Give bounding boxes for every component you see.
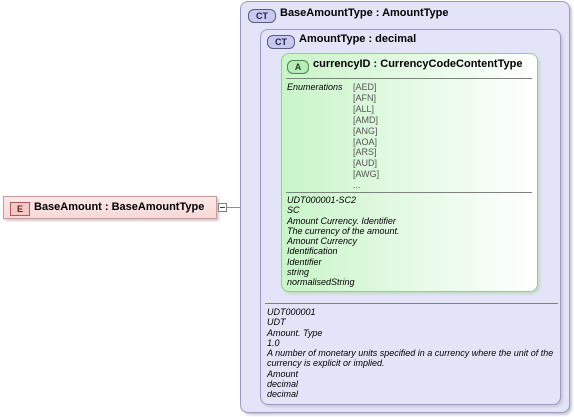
expand-toggle[interactable] [218, 203, 227, 212]
doc-line: Amount. Type [267, 327, 323, 338]
element-label: BaseAmount : BaseAmountType [34, 201, 205, 213]
doc-line: The currency of the amount. [287, 225, 400, 236]
connector-line [227, 207, 240, 208]
complex-type-badge: CT [248, 9, 276, 23]
doc-line: SC [287, 205, 300, 216]
complex-type-badge: CT [267, 35, 295, 49]
doc-line: UDT000001-SC2 [287, 195, 357, 205]
doc-line: Identification [287, 246, 338, 257]
enum-value: [AFN] [353, 92, 377, 103]
doc-line: Amount [267, 368, 299, 379]
enum-value: [AWG] [353, 169, 380, 180]
doc-line: normalisedString [287, 277, 355, 288]
doc-line: UDT000001 [267, 307, 316, 317]
doc-line: decimal [267, 389, 299, 400]
toggle-minus [220, 207, 225, 208]
element-box-base-amount[interactable]: E BaseAmount : BaseAmountType [3, 196, 217, 219]
doc-line: Amount Currency. Identifier [287, 215, 396, 226]
doc-line: Identifier [287, 256, 322, 267]
currency-id-documentation: UDT000001-SC2 SC Amount Currency. Identi… [287, 195, 400, 288]
attribute-badge: A [287, 60, 309, 74]
enum-value: [AOA] [353, 136, 378, 147]
enumerations-heading: Enumerations [287, 82, 343, 92]
element-badge: E [10, 202, 30, 216]
complex-type-label: BaseAmountType : AmountType [280, 7, 449, 19]
doc-line: UDT [267, 317, 286, 328]
doc-line: A number of monetary units specified in … [267, 348, 554, 359]
enumerations-list: [AED] [AFN] [ALL] [AMD] [ANG] [AOA] [ARS… [353, 82, 379, 191]
amount-type-documentation: UDT000001 UDT Amount. Type 1.0 A number … [267, 307, 553, 400]
enum-value: [ANG] [353, 125, 378, 136]
doc-line: string [287, 267, 310, 278]
complex-type-label: AmountType : decimal [299, 33, 417, 45]
enum-value: [ALL] [353, 103, 375, 114]
doc-line: currency is explicit or implied. [267, 358, 385, 369]
enum-value: [AED] [353, 82, 377, 92]
doc-separator [286, 192, 532, 193]
enum-value: [AUD] [353, 158, 378, 169]
enum-separator [286, 78, 532, 79]
attribute-currency-id[interactable]: A currencyID : CurrencyCodeContentType E… [281, 53, 538, 292]
doc-line: 1.0 [267, 337, 280, 348]
enum-value: [AMD] [353, 114, 379, 125]
doc-separator [265, 303, 558, 304]
doc-line: decimal [267, 379, 299, 390]
enum-value: ... [353, 180, 361, 191]
doc-line: Amount Currency [287, 236, 358, 247]
enum-value: [ARS] [353, 147, 377, 158]
attribute-label: currencyID : CurrencyCodeContentType [313, 58, 523, 70]
